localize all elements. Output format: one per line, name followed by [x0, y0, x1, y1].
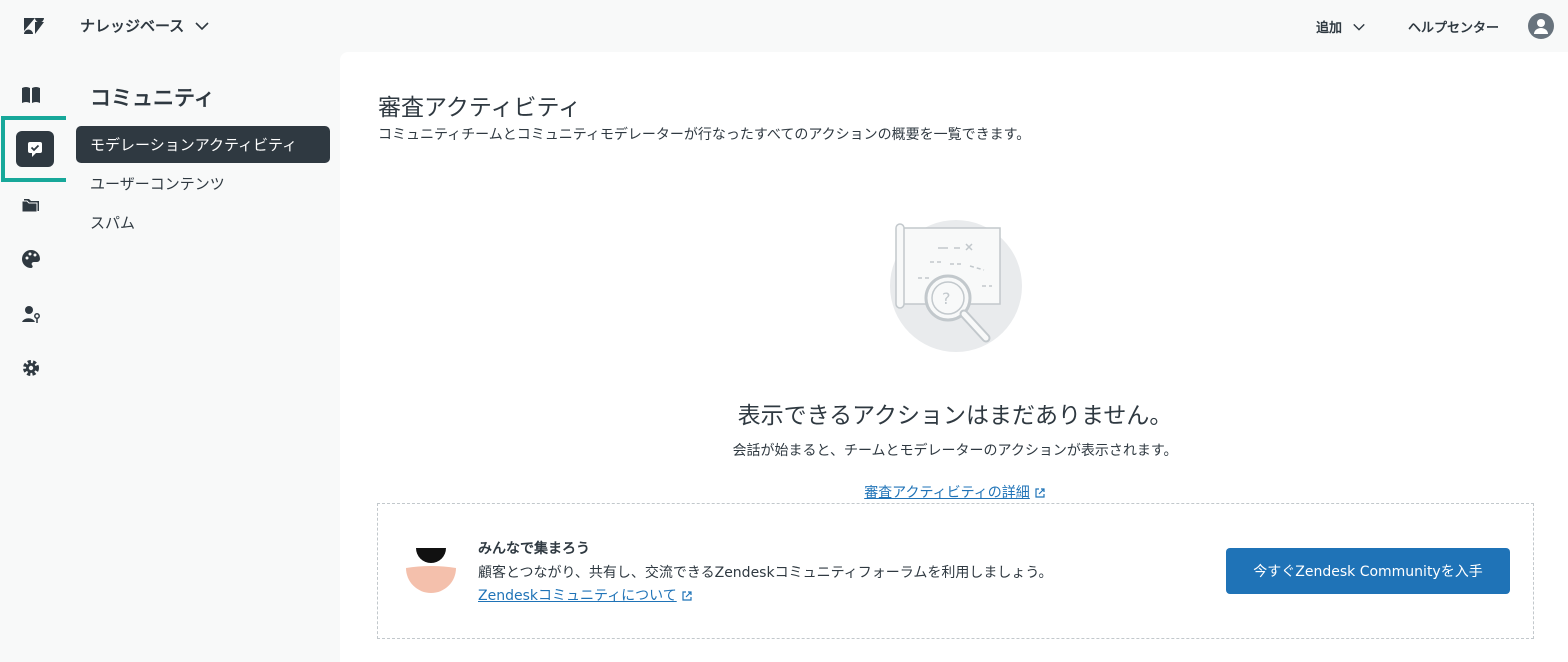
empty-state-link-wrap: 審査アクティビティの詳細: [500, 482, 1410, 502]
external-link-icon: [682, 591, 692, 601]
top-bar: ナレッジベース 追加 ヘルプセンター: [0, 0, 1568, 52]
gear-icon[interactable]: [20, 357, 42, 379]
page-title: 審査アクティビティ: [378, 95, 582, 121]
subnav-title: コミュニティ: [90, 86, 215, 110]
product-switcher[interactable]: ナレッジベース: [80, 15, 210, 36]
book-icon[interactable]: [20, 84, 42, 106]
subnav-item-user-content[interactable]: ユーザーコンテンツ: [90, 173, 225, 194]
empty-state-title: 表示できるアクションはまだありません。: [737, 403, 1173, 429]
get-zendesk-community-button[interactable]: 今すぐZendesk Communityを入手: [1226, 548, 1510, 594]
palette-icon[interactable]: [20, 248, 42, 270]
subnav-item-spam[interactable]: スパム: [90, 212, 135, 233]
moderation-activity-details-link[interactable]: 審査アクティビティの詳細: [864, 485, 1030, 501]
about-zendesk-community-link[interactable]: Zendeskコミュニティについて: [478, 588, 677, 604]
promo-title: みんなで集まろう: [478, 541, 590, 557]
add-label: 追加: [1316, 21, 1343, 36]
empty-state-map-icon: ?: [888, 218, 1024, 358]
moderation-icon[interactable]: [16, 131, 54, 167]
community-face-icon: [404, 544, 458, 594]
svg-text:?: ?: [942, 289, 951, 308]
external-link-icon: [1035, 488, 1045, 498]
empty-state-subtitle: 会話が始まると、チームとモデレーターのアクションが表示されます。: [732, 443, 1178, 459]
folder-icon[interactable]: [20, 193, 42, 215]
promo-link-wrap: Zendeskコミュニティについて: [478, 585, 693, 605]
help-center-link[interactable]: ヘルプセンター: [1408, 17, 1499, 36]
zendesk-logo-icon[interactable]: [22, 14, 46, 38]
page-description: コミュニティチームとコミュニティモデレーターが行なったすべてのアクションの概要を…: [378, 127, 1031, 143]
product-name: ナレッジベース: [80, 17, 185, 35]
add-menu[interactable]: 追加: [1316, 17, 1366, 36]
chevron-down-icon: [1353, 23, 1365, 31]
promo-text: 顧客とつながり、共有し、交流できるZendeskコミュニティフォーラムを利用しま…: [478, 565, 1053, 581]
user-avatar-icon[interactable]: [1528, 13, 1554, 39]
subnav-item-moderation-activity[interactable]: モデレーションアクティビティ: [76, 126, 330, 163]
user-permissions-icon[interactable]: [20, 303, 42, 325]
chevron-down-icon: [195, 21, 209, 30]
